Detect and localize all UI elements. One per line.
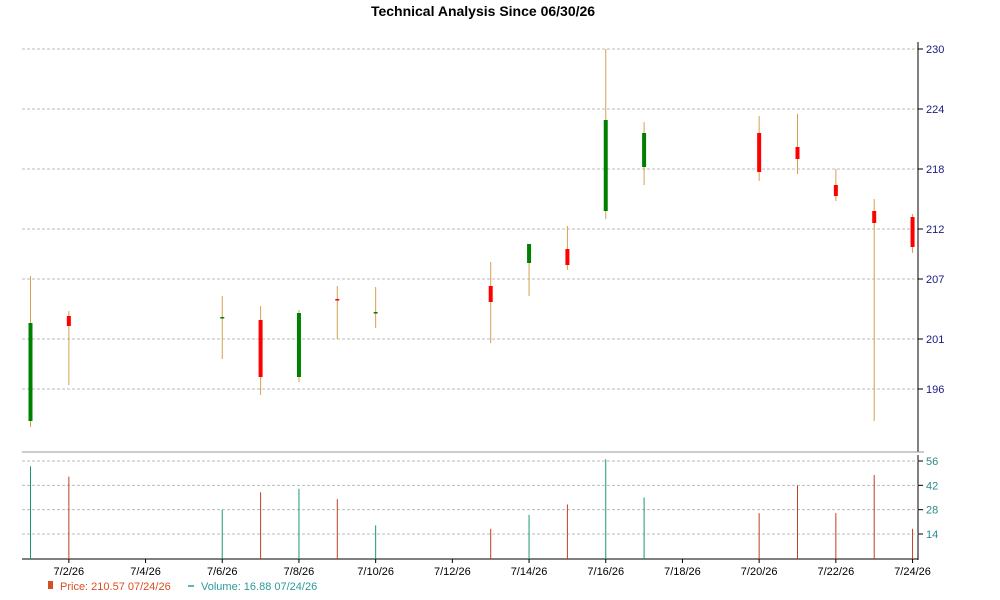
price-tick-label: 224 [926, 104, 944, 116]
candle-body [258, 320, 263, 377]
candle-body [872, 211, 877, 223]
x-tick-label: 7/2/26 [54, 566, 85, 578]
candle-body [488, 286, 493, 302]
x-tick-label: 7/10/26 [357, 566, 394, 578]
candle-body [642, 133, 647, 167]
x-tick-label: 7/24/26 [894, 566, 931, 578]
candle-body [565, 249, 570, 265]
candle-body [335, 299, 340, 301]
legend-price-swatch [48, 581, 53, 589]
technical-analysis-chart: Technical Analysis Since 06/30/26 196 201… [0, 0, 1000, 600]
price-tick-label: 207 [926, 274, 944, 286]
candle-body [527, 244, 532, 263]
price-tick-label: 230 [926, 44, 944, 56]
x-tick-label: 7/22/26 [817, 566, 854, 578]
candle-body [28, 323, 33, 421]
x-tick-label: 7/14/26 [511, 566, 548, 578]
volume-tick-label: 28 [926, 505, 938, 517]
x-tick-label: 7/6/26 [207, 566, 238, 578]
legend-volume-label: Volume: 16.88 07/24/26 [201, 581, 317, 593]
candle-body [603, 120, 608, 211]
x-tick-label: 7/8/26 [284, 566, 315, 578]
candle-body [910, 217, 915, 247]
candle-body [220, 317, 225, 319]
volume-tick-label: 14 [926, 529, 938, 541]
candle-body [795, 147, 800, 159]
price-tick-label: 201 [926, 334, 944, 346]
candle-body [833, 185, 838, 196]
x-tick-label: 7/18/26 [664, 566, 701, 578]
x-tick-label: 7/12/26 [434, 566, 471, 578]
x-tick-label: 7/4/26 [130, 566, 161, 578]
volume-tick-label: 42 [926, 480, 938, 492]
price-tick-label: 218 [926, 164, 944, 176]
chart-canvas: Technical Analysis Since 06/30/26 196 201… [22, 3, 944, 593]
price-tick-label: 196 [926, 384, 944, 396]
price-tick-label: 212 [926, 224, 944, 236]
chart-title: Technical Analysis Since 06/30/26 [371, 3, 595, 19]
candle-body [296, 313, 301, 377]
candle-body [373, 312, 378, 314]
x-tick-label: 7/16/26 [587, 566, 624, 578]
candle-body [757, 133, 762, 172]
x-tick-label: 7/20/26 [741, 566, 778, 578]
volume-tick-label: 56 [926, 456, 938, 468]
legend-price-label: Price: 210.57 07/24/26 [60, 581, 171, 593]
candle-body [66, 316, 71, 326]
